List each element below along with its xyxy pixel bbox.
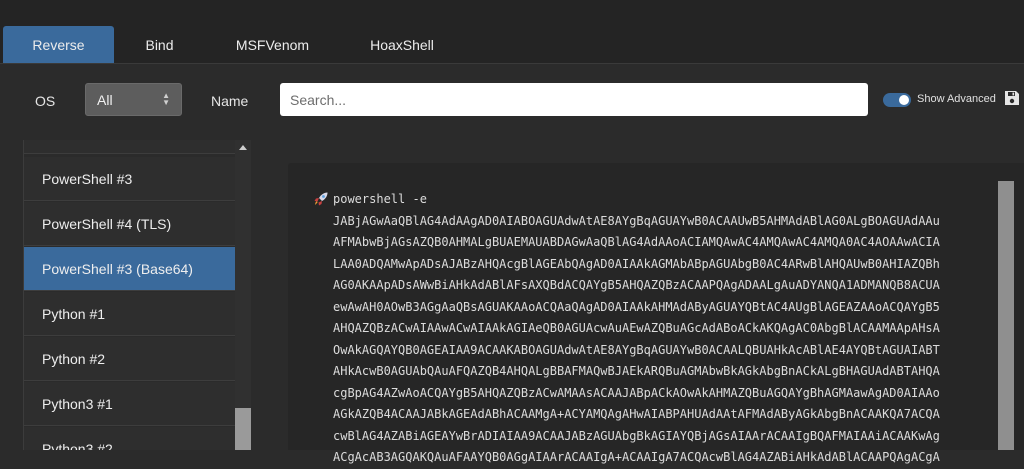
- list-item-label: PowerShell #3 (Base64): [42, 260, 193, 277]
- tab-bind[interactable]: Bind: [122, 26, 197, 63]
- scroll-up-icon[interactable]: [239, 145, 247, 150]
- list-item-label: Python3 #2: [42, 440, 113, 451]
- list-item-selected[interactable]: PowerShell #3 (Base64): [24, 247, 236, 291]
- list-item-label: Python3 #1: [42, 395, 113, 412]
- list-item-label: Python #1: [42, 305, 106, 322]
- list-item[interactable]: PowerShell #4 (TLS): [24, 202, 236, 246]
- os-select[interactable]: All ▲ ▼: [85, 83, 182, 116]
- filter-bar: OS All ▲▼ Name Show Advanced: [0, 64, 1024, 136]
- code-scrollbar[interactable]: [998, 181, 1014, 450]
- save-icon[interactable]: [1004, 90, 1020, 106]
- rocket-icon: [314, 192, 328, 206]
- select-arrows-icon: ▲ ▼: [162, 91, 170, 107]
- list-item-partial[interactable]: [24, 140, 236, 154]
- reverse-shell-command[interactable]: powershell -e JABjAGwAaQBlAG4AdAAgAD0AIA…: [333, 189, 945, 469]
- show-advanced-label: Show Advanced: [917, 93, 996, 105]
- name-label: Name: [211, 93, 249, 109]
- list-item[interactable]: Python #1: [24, 292, 236, 336]
- tab-reverse[interactable]: Reverse: [3, 26, 114, 63]
- os-select-value: All: [97, 91, 113, 108]
- toggle-knob: [899, 95, 909, 105]
- shell-list: PowerShell #3 PowerShell #4 (TLS) PowerS…: [23, 140, 236, 450]
- os-label: OS: [35, 93, 56, 109]
- code-scrollbar-thumb[interactable]: [998, 181, 1014, 450]
- list-item[interactable]: Python3 #1: [24, 382, 236, 426]
- list-scrollbar[interactable]: [235, 140, 251, 450]
- scrollbar-thumb[interactable]: [235, 408, 251, 450]
- list-item-label: PowerShell #4 (TLS): [42, 215, 172, 232]
- list-item-label: PowerShell #3: [42, 170, 133, 187]
- tab-msfvenom[interactable]: MSFVenom: [220, 26, 325, 63]
- tab-bar: Reverse Bind MSFVenom HoaxShell: [0, 0, 1024, 64]
- list-item[interactable]: Python3 #2: [24, 427, 236, 450]
- list-item[interactable]: PowerShell #3: [24, 157, 236, 201]
- tab-hoaxshell[interactable]: HoaxShell: [352, 26, 452, 63]
- show-advanced-toggle[interactable]: [883, 93, 911, 107]
- command-output-panel: powershell -e JABjAGwAaQBlAG4AdAAgAD0AIA…: [288, 163, 1024, 464]
- list-item[interactable]: Python #2: [24, 337, 236, 381]
- search-input[interactable]: [280, 83, 868, 116]
- list-item-label: Python #2: [42, 350, 106, 367]
